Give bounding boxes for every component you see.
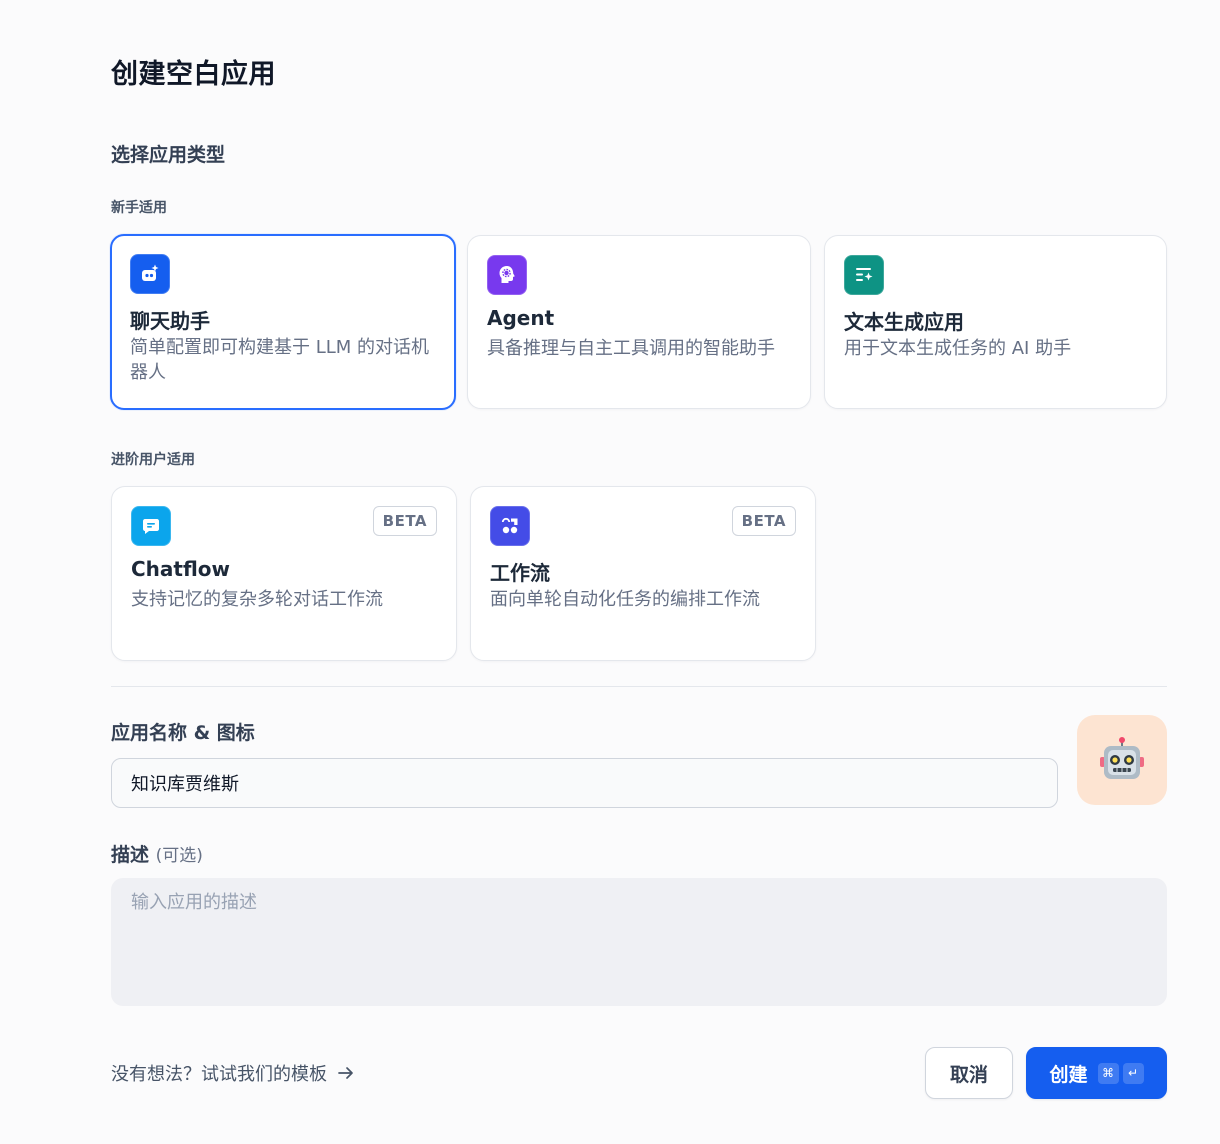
template-link[interactable]: 没有想法？试试我们的模板	[111, 1060, 355, 1086]
card-title: Chatflow	[131, 557, 231, 581]
cancel-button[interactable]: 取消	[925, 1047, 1013, 1099]
agent-brain-icon	[487, 255, 527, 295]
group-label-advanced: 进阶用户适用	[111, 452, 195, 468]
beta-badge: BETA	[372, 506, 437, 536]
create-blank-app-page: 创建空白应用 选择应用类型 新手适用 聊天助手 简单配置即可构建基于 LLM 的…	[0, 0, 1220, 1144]
app-type-card-chat-assistant[interactable]: 聊天助手 简单配置即可构建基于 LLM 的对话机器人	[110, 234, 456, 410]
chatflow-icon	[131, 506, 171, 546]
enter-key-icon: ↵	[1122, 1062, 1144, 1084]
app-type-card-text-generation[interactable]: 文本生成应用 用于文本生成任务的 AI 助手	[824, 235, 1167, 409]
chat-bot-icon	[130, 254, 170, 294]
app-icon-picker[interactable]	[1077, 715, 1167, 805]
card-description: 面向单轮自动化任务的编排工作流	[490, 589, 760, 610]
description-label: 描述 (可选)	[111, 840, 203, 867]
card-title: 工作流	[490, 561, 550, 585]
description-label-text: 描述	[111, 844, 150, 866]
description-input[interactable]	[111, 878, 1167, 1006]
card-description: 简单配置即可构建基于 LLM 的对话机器人	[130, 337, 430, 383]
template-link-text: 没有想法？试试我们的模板	[111, 1064, 327, 1085]
optional-hint: (可选)	[155, 846, 203, 866]
card-description: 具备推理与自主工具调用的智能助手	[487, 338, 775, 359]
create-button[interactable]: 创建 ⌘ ↵	[1026, 1047, 1167, 1099]
card-title: 文本生成应用	[844, 310, 964, 334]
app-name-input[interactable]	[111, 758, 1058, 808]
card-description: 用于文本生成任务的 AI 助手	[844, 338, 1072, 359]
arrow-right-icon	[338, 1067, 353, 1079]
page-title: 创建空白应用	[111, 59, 276, 90]
group-label-beginner: 新手适用	[111, 200, 167, 216]
app-type-card-agent[interactable]: Agent 具备推理与自主工具调用的智能助手	[467, 235, 811, 409]
card-description: 支持记忆的复杂多轮对话工作流	[131, 589, 383, 610]
text-generation-icon	[844, 255, 884, 295]
workflow-icon	[490, 506, 530, 546]
app-type-card-workflow[interactable]: BETA 工作流 面向单轮自动化任务的编排工作流	[470, 486, 816, 661]
keyboard-shortcut: ⌘ ↵	[1097, 1062, 1144, 1084]
app-name-label: 应用名称 & 图标	[111, 722, 255, 744]
robot-emoji-icon	[1100, 737, 1144, 779]
section-divider	[111, 686, 1167, 687]
card-title: Agent	[487, 306, 555, 330]
beta-badge: BETA	[731, 506, 796, 536]
create-button-label: 创建	[1049, 1063, 1088, 1086]
command-key-icon: ⌘	[1097, 1062, 1119, 1084]
card-title: 聊天助手	[130, 309, 210, 333]
app-type-section-title: 选择应用类型	[111, 144, 226, 166]
app-type-card-chatflow[interactable]: BETA Chatflow 支持记忆的复杂多轮对话工作流	[111, 486, 457, 661]
